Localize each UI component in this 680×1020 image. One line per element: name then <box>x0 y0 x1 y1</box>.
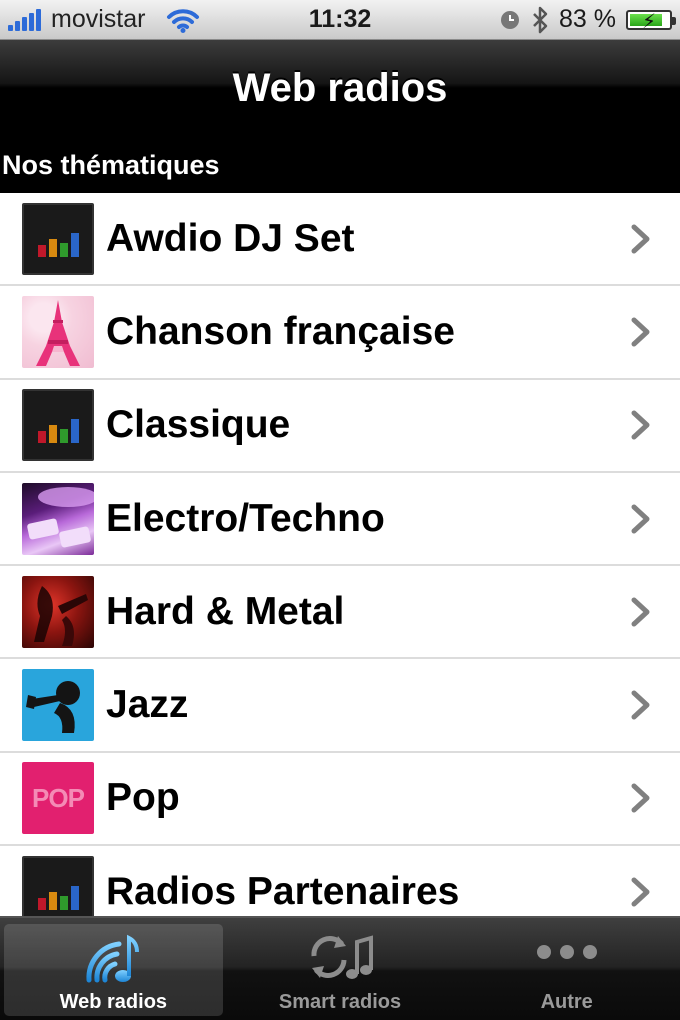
tab-autre[interactable]: Autre <box>453 918 680 1020</box>
list-item[interactable]: POP Pop <box>0 752 680 847</box>
chevron-right-icon <box>631 597 650 627</box>
more-dots-icon <box>536 945 597 959</box>
trumpet-player-image <box>22 669 94 742</box>
tab-label: Smart radios <box>278 991 402 1013</box>
list-item-label: Classique <box>106 403 291 447</box>
guitarist-image <box>22 575 94 648</box>
charging-bolt-icon: ⚡ <box>642 10 657 33</box>
turntable-image <box>22 482 94 555</box>
eiffel-tower-image <box>22 295 94 368</box>
equalizer-icon <box>22 855 94 916</box>
list-item-label: Electro/Techno <box>106 496 385 540</box>
tab-bar: Web radios Smart radios Autre <box>0 916 680 1020</box>
pop-thumbnail-text: POP <box>32 782 85 813</box>
navigation-bar: Web radios <box>0 40 680 136</box>
chevron-right-icon <box>631 690 650 720</box>
bluetooth-icon <box>533 6 548 33</box>
pop-text-image: POP <box>22 762 94 835</box>
battery-percentage: 83 % <box>559 5 616 33</box>
list-item[interactable]: Radios Partenaires <box>0 846 680 916</box>
battery-icon: ⚡ <box>626 9 676 33</box>
list-item[interactable]: Classique <box>0 379 680 473</box>
tab-web-radios[interactable]: Web radios <box>0 918 227 1020</box>
chevron-right-icon <box>631 410 650 440</box>
chevron-right-icon <box>631 317 650 347</box>
list-item-label: Pop <box>106 776 180 820</box>
tab-label: Web radios <box>59 991 168 1013</box>
list-item-label: Awdio DJ Set <box>106 216 355 260</box>
list-item-label: Hard & Metal <box>106 589 345 633</box>
chevron-right-icon <box>631 877 650 907</box>
genre-list[interactable]: Awdio DJ Set Chanson française Classique <box>0 193 680 916</box>
refresh-note-icon <box>311 935 373 979</box>
equalizer-icon <box>22 389 94 462</box>
list-item[interactable]: Electro/Techno <box>0 472 680 567</box>
equalizer-icon <box>22 202 94 275</box>
status-bar: movistar 11:32 83 % ⚡ <box>0 0 680 40</box>
tab-label: Autre <box>540 991 593 1013</box>
list-item[interactable]: Awdio DJ Set <box>0 193 680 287</box>
list-item-label: Chanson française <box>106 309 455 353</box>
list-item-label: Radios Partenaires <box>106 869 460 913</box>
list-item[interactable]: Hard & Metal <box>0 566 680 660</box>
tab-smart-radios[interactable]: Smart radios <box>227 918 454 1020</box>
alarm-clock-icon <box>501 10 520 29</box>
list-item[interactable]: Chanson française <box>0 286 680 380</box>
chevron-right-icon <box>631 783 650 813</box>
list-item-label: Jazz <box>106 683 189 727</box>
chevron-right-icon <box>631 504 650 534</box>
page-title: Web radios <box>232 65 448 110</box>
status-right: 83 % ⚡ <box>499 5 676 34</box>
chevron-right-icon <box>631 224 650 254</box>
section-header: Nos thématiques <box>0 136 680 193</box>
list-item[interactable]: Jazz <box>0 659 680 753</box>
radio-waves-note-icon <box>86 934 140 983</box>
